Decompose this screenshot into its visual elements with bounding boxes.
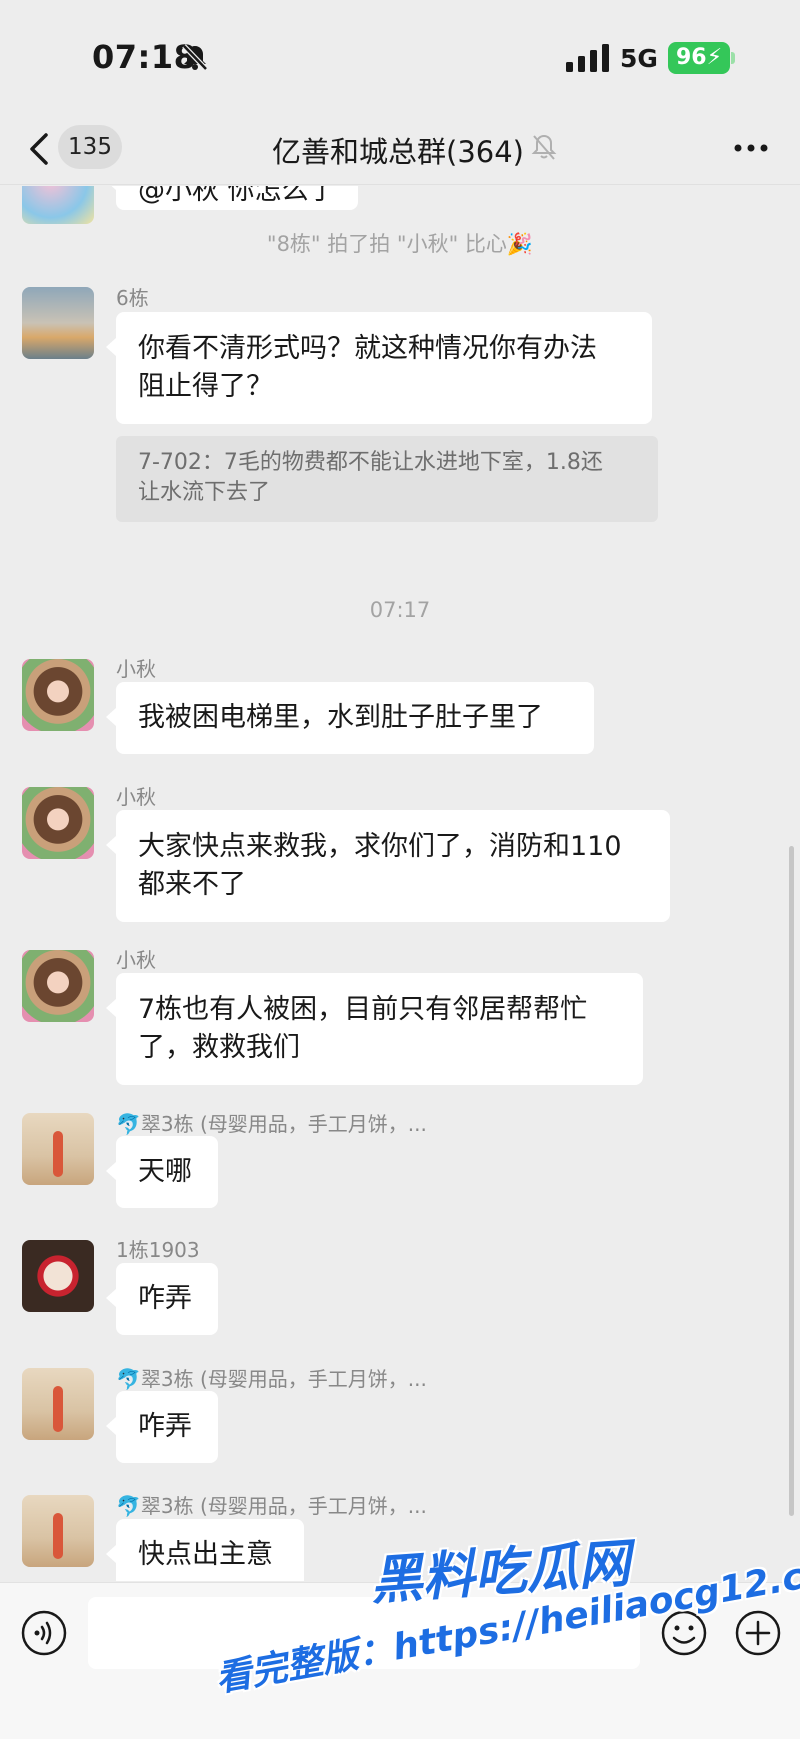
message-text: 咋弄 xyxy=(138,1283,192,1314)
chevron-left-icon[interactable] xyxy=(24,129,54,169)
battery-level: 96 xyxy=(675,45,707,70)
sender-name: 🐬翠3栋 (母婴用品，手工月饼，... xyxy=(116,1367,427,1391)
message-text: 你看不清形式吗？就这种情况你有办法 xyxy=(138,333,597,364)
avatar[interactable] xyxy=(22,1113,94,1185)
voice-icon[interactable] xyxy=(20,1609,68,1657)
pat-notice: "8栋" 拍了拍 "小秋" 比心🎉 xyxy=(266,232,534,256)
avatar-figure xyxy=(53,1386,63,1432)
signal-icon xyxy=(566,44,609,72)
message-list[interactable]: @小秋 你怎么了 "8栋" 拍了拍 "小秋" 比心🎉 6栋 你看不清形式吗？就这… xyxy=(0,186,800,1581)
scrollbar[interactable] xyxy=(789,846,794,1516)
avatar[interactable] xyxy=(22,787,94,859)
network-type: 5G xyxy=(620,44,658,73)
quote-text: 7-702：7毛的物费都不能让水进地下室，1.8还 xyxy=(138,450,603,475)
avatar[interactable] xyxy=(22,950,94,1022)
bell-off-icon xyxy=(531,134,557,160)
message-text: 我被困电梯里，水到肚子肚子里了 xyxy=(138,702,543,733)
sender-name: 小秋 xyxy=(116,657,156,681)
quoted-message[interactable]: 7-702：7毛的物费都不能让水进地下室，1.8还 让水流下去了 xyxy=(116,436,658,522)
avatar[interactable] xyxy=(22,1495,94,1567)
message-bubble[interactable]: 大家快点来救我，求你们了，消防和110 都来不了 xyxy=(106,810,670,922)
message-text: 了，救救我们 xyxy=(138,1032,300,1063)
message-text: 大家快点来救我，求你们了，消防和110 xyxy=(138,831,622,862)
avatar[interactable] xyxy=(22,287,94,359)
sender-name: 小秋 xyxy=(116,948,156,972)
sender-name: 6栋 xyxy=(116,286,149,310)
message-bubble[interactable]: 7栋也有人被困，目前只有邻居帮帮忙 了，救救我们 xyxy=(106,973,643,1085)
unread-count-badge[interactable]: 135 xyxy=(58,125,122,169)
message-bubble[interactable]: 天哪 xyxy=(106,1136,218,1208)
avatar-figure xyxy=(53,1513,63,1559)
avatar-figure xyxy=(53,1131,63,1177)
message-text: 天哪 xyxy=(138,1156,192,1187)
message-text: 快点出主意 xyxy=(138,1539,273,1570)
status-bar: 07:18 5G 96⚡ xyxy=(0,0,800,115)
message-bubble[interactable]: @小秋 你怎么了 xyxy=(106,186,358,210)
ellipsis-icon[interactable] xyxy=(734,143,768,153)
timestamp: 07:17 xyxy=(369,598,431,622)
sender-name: 🐬翠3栋 (母婴用品，手工月饼，... xyxy=(116,1112,427,1136)
avatar[interactable] xyxy=(22,186,94,224)
sender-name: 1栋1903 xyxy=(116,1238,200,1262)
bell-off-icon xyxy=(182,44,208,71)
quote-text: 让水流下去了 xyxy=(138,480,271,505)
message-bubble[interactable]: 快点出主意 xyxy=(106,1519,304,1581)
message-input[interactable] xyxy=(88,1597,640,1669)
avatar[interactable] xyxy=(22,1240,94,1312)
message-bubble[interactable]: 你看不清形式吗？就这种情况你有办法 阻止得了？ xyxy=(106,312,652,424)
input-bar xyxy=(0,1582,800,1739)
chat-title[interactable]: 亿善和城总群(364) xyxy=(272,129,524,171)
message-text: 7栋也有人被困，目前只有邻居帮帮忙 xyxy=(138,994,588,1025)
plus-circle-icon[interactable] xyxy=(734,1609,782,1657)
emoji-icon[interactable] xyxy=(660,1609,708,1657)
message-bubble[interactable]: 我被困电梯里，水到肚子肚子里了 xyxy=(106,682,594,754)
message-text: 咋弄 xyxy=(138,1411,192,1442)
charging-icon: ⚡ xyxy=(706,45,723,70)
message-text: 阻止得了？ xyxy=(138,371,273,402)
message-bubble[interactable]: 咋弄 xyxy=(106,1391,218,1463)
avatar[interactable] xyxy=(22,659,94,731)
sender-name: 🐬翠3栋 (母婴用品，手工月饼，... xyxy=(116,1494,427,1518)
message-bubble[interactable]: 咋弄 xyxy=(106,1263,218,1335)
battery-tip xyxy=(731,52,735,64)
avatar[interactable] xyxy=(22,1368,94,1440)
chat-header: 135 亿善和城总群(364) xyxy=(0,115,800,185)
sender-name: 小秋 xyxy=(116,785,156,809)
message-text: @小秋 你怎么了 xyxy=(138,186,336,206)
battery-indicator: 96⚡ xyxy=(668,42,730,74)
message-text: 都来不了 xyxy=(138,869,246,900)
